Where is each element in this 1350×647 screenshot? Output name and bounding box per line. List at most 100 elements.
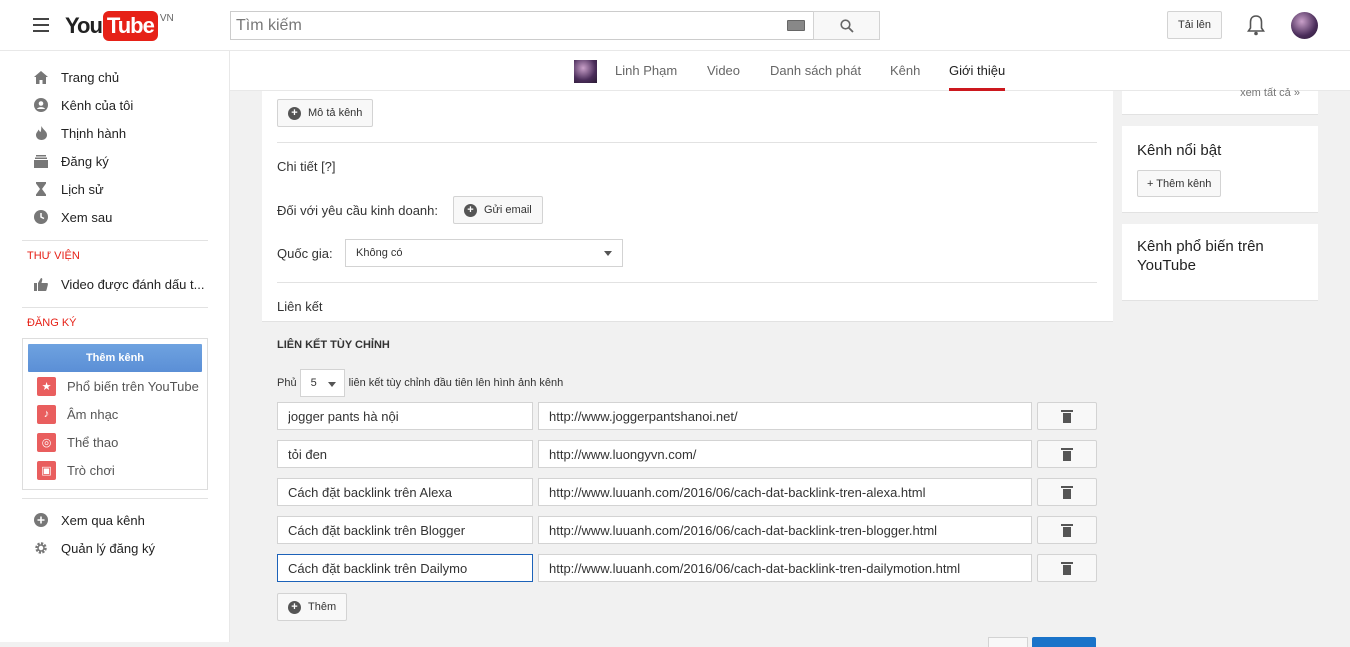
search-button[interactable] <box>813 11 880 40</box>
youtube-logo[interactable]: You Tube VN <box>65 10 174 42</box>
link-title-input[interactable] <box>277 478 533 506</box>
delete-link-button[interactable] <box>1037 554 1097 582</box>
link-url-input[interactable] <box>538 478 1032 506</box>
music-icon: ♪ <box>37 404 56 424</box>
sub-item-gaming[interactable]: ▣ Trò chơi <box>37 460 115 480</box>
overlay-prefix-text: Phủ <box>277 377 297 389</box>
sub-item-label: Thể thao <box>67 434 119 450</box>
tab-about[interactable]: Giới thiệu <box>949 63 1006 91</box>
cancel-button[interactable] <box>988 637 1028 647</box>
sub-item-label: Trò chơi <box>67 462 115 478</box>
trash-icon <box>1061 409 1073 423</box>
link-title-input[interactable] <box>277 402 533 430</box>
search-input[interactable] <box>231 12 771 39</box>
keyboard-icon[interactable] <box>787 20 805 31</box>
trash-icon <box>1061 447 1073 461</box>
flame-icon <box>33 125 49 141</box>
sidebar-item-label: Lịch sử <box>61 181 104 197</box>
button-label: Gửi email <box>484 204 532 216</box>
sidebar-item-manage-subscriptions[interactable]: Quản lý đăng ký <box>33 538 155 558</box>
sub-item-music[interactable]: ♪ Âm nhạc <box>37 404 118 424</box>
delete-link-button[interactable] <box>1037 478 1097 506</box>
sidebar-item-label: Video được đánh dấu t... <box>61 276 205 292</box>
delete-link-button[interactable] <box>1037 402 1097 430</box>
sidebar-item-trending[interactable]: Thịnh hành <box>33 123 126 143</box>
tab-channel-name[interactable]: Linh Phạm <box>615 63 677 91</box>
sidebar-divider <box>22 307 208 308</box>
add-link-button[interactable]: + Thêm <box>277 593 348 621</box>
details-heading: Chi tiết [?] <box>277 159 336 174</box>
sidebar-item-subscriptions[interactable]: Đăng ký <box>33 151 109 171</box>
channel-description-button[interactable]: + Mô tả kênh <box>277 99 374 127</box>
sidebar-item-label: Thịnh hành <box>61 125 127 141</box>
logo-country-code: VN <box>159 12 174 24</box>
sidebar-item-watch-later[interactable]: Xem sau <box>33 207 112 227</box>
delete-link-button[interactable] <box>1037 516 1097 544</box>
account-avatar[interactable] <box>1291 12 1318 39</box>
link-url-input[interactable] <box>538 554 1032 582</box>
see-all-link[interactable]: xem tất cả » <box>1240 87 1300 99</box>
upload-button[interactable]: Tải lên <box>1167 11 1222 39</box>
plus-circle-icon <box>33 512 49 528</box>
home-icon <box>33 69 49 85</box>
link-url-input[interactable] <box>538 516 1032 544</box>
subscriptions-box: Thêm kênh ★ Phổ biến trên YouTube ♪ Âm n… <box>22 338 208 490</box>
overlay-count-select[interactable]: 5 <box>299 369 345 397</box>
search-box <box>230 11 814 40</box>
see-all-text: xem tất cả <box>1240 87 1291 99</box>
library-section-title[interactable]: THƯ VIỆN <box>27 250 80 262</box>
clock-icon <box>33 209 49 225</box>
notifications-bell-icon[interactable] <box>1247 14 1265 36</box>
sidebar-item-my-channel[interactable]: Kênh của tôi <box>33 95 133 115</box>
sidebar-item-liked-videos[interactable]: Video được đánh dấu t... <box>33 274 204 294</box>
guide-sidebar: Trang chủ Kênh của tôi Thịnh hành Đăng k… <box>0 51 230 642</box>
section-divider <box>277 282 1097 283</box>
thumbs-up-icon <box>33 276 49 292</box>
channel-avatar[interactable] <box>574 60 597 83</box>
account-icon <box>33 97 49 113</box>
sidebar-item-browse-channels[interactable]: Xem qua kênh <box>33 510 145 530</box>
trash-icon <box>1061 485 1073 499</box>
subscriptions-section-title[interactable]: ĐĂNG KÝ <box>27 317 77 329</box>
sub-item-popular[interactable]: ★ Phổ biến trên YouTube <box>37 376 199 396</box>
menu-icon[interactable] <box>33 18 49 32</box>
delete-link-button[interactable] <box>1037 440 1097 468</box>
custom-links-editor: LIÊN KẾT TÙY CHỈNH Phủ 5 liên kết tùy ch… <box>262 321 1113 647</box>
sub-item-sports[interactable]: ◎ Thể thao <box>37 432 118 452</box>
hourglass-icon <box>33 181 49 197</box>
trash-icon <box>1061 561 1073 575</box>
plus-circle-icon: + <box>288 106 301 120</box>
gear-icon <box>33 540 49 556</box>
link-title-input[interactable] <box>277 440 533 468</box>
add-channel-button[interactable]: Thêm kênh <box>28 344 202 372</box>
channel-tabs-bar: Linh Phạm Video Danh sách phát Kênh Giới… <box>230 51 1350 91</box>
sidebar-item-home[interactable]: Trang chủ <box>33 67 119 87</box>
send-email-button[interactable]: + Gửi email <box>453 196 543 224</box>
link-url-input[interactable] <box>538 402 1032 430</box>
country-value: Không có <box>356 247 403 259</box>
link-url-input[interactable] <box>538 440 1032 468</box>
country-select[interactable]: Không có <box>345 239 623 267</box>
button-label: Thêm <box>308 601 337 613</box>
button-label: Mô tả kênh <box>308 107 363 119</box>
popular-channels-card: Kênh phổ biến trên YouTube <box>1122 224 1318 301</box>
subscriptions-icon <box>33 153 49 169</box>
tab-channels[interactable]: Kênh <box>890 63 920 91</box>
tab-videos[interactable]: Video <box>707 63 740 91</box>
business-inquiries-label: Đối với yêu cầu kinh doanh: <box>277 203 439 218</box>
masthead: YouTubeVN Tải lên <box>0 0 1350 51</box>
sidebar-item-label: Xem sau <box>61 209 113 225</box>
tab-playlists[interactable]: Danh sách phát <box>770 63 861 91</box>
sidebar-item-label: Trang chủ <box>61 69 120 85</box>
save-button[interactable] <box>1032 637 1096 647</box>
chevron-down-icon <box>604 251 612 256</box>
link-title-input[interactable] <box>277 554 533 582</box>
trash-icon <box>1061 523 1073 537</box>
link-title-input[interactable] <box>277 516 533 544</box>
sidebar-item-history[interactable]: Lịch sử <box>33 179 104 199</box>
featured-channels-card: Kênh nổi bật + Thêm kênh <box>1122 126 1318 213</box>
plus-circle-icon: + <box>464 203 477 217</box>
add-featured-channel-button[interactable]: + Thêm kênh <box>1137 170 1222 197</box>
sidebar-item-label: Quản lý đăng ký <box>61 540 155 556</box>
links-heading: Liên kết <box>277 299 323 314</box>
